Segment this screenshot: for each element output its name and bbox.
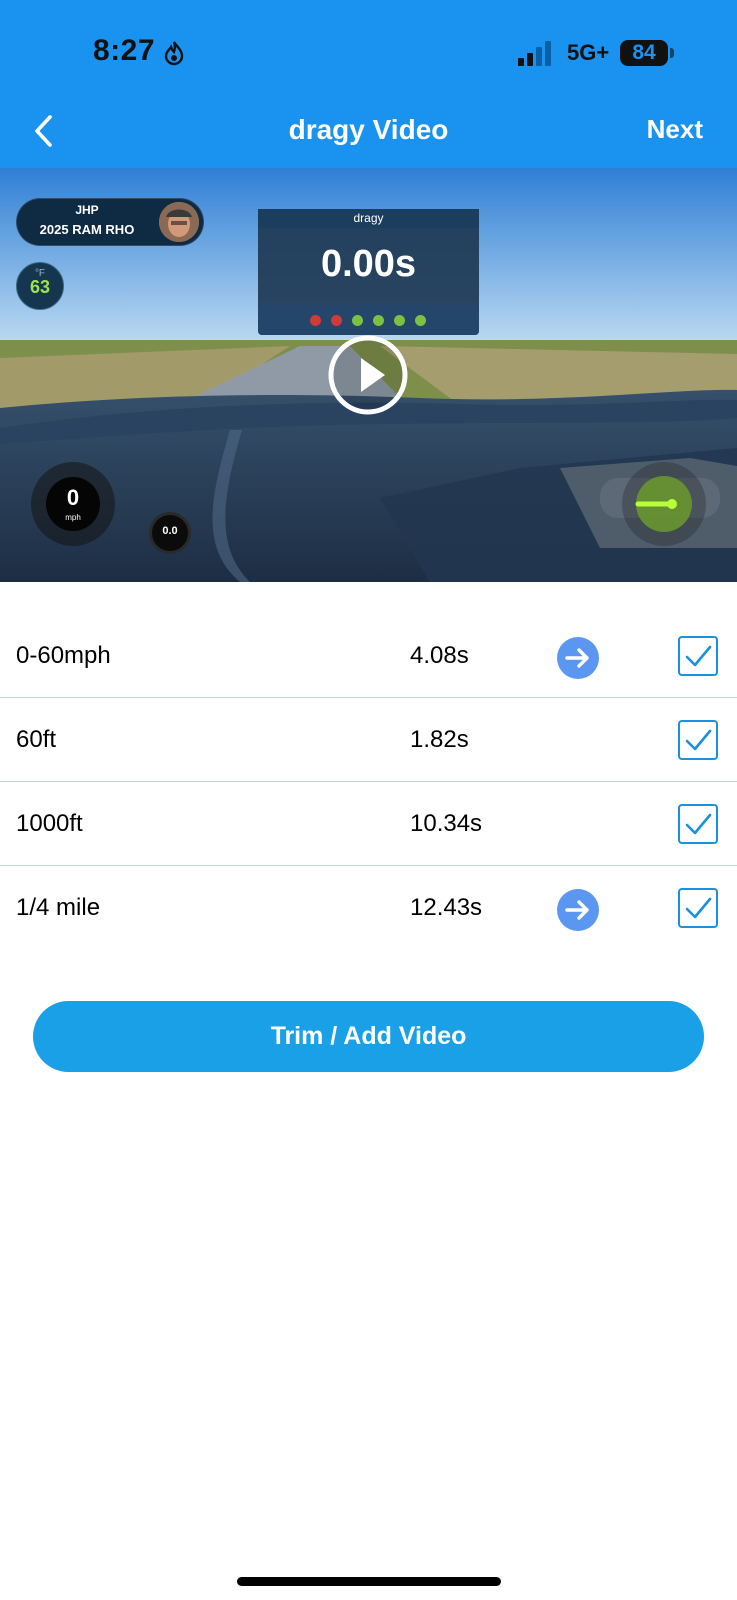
checkmark-icon <box>685 813 712 835</box>
speed-unit: mph <box>65 513 81 522</box>
next-button[interactable]: Next <box>647 114 703 145</box>
start-light <box>331 315 342 326</box>
start-light <box>352 315 363 326</box>
speed-gauge: 0 mph <box>31 462 115 546</box>
status-time: 8:27 <box>93 34 156 67</box>
checkmark-icon <box>685 897 712 919</box>
start-light <box>394 315 405 326</box>
driver-name: JHP <box>75 203 99 217</box>
timer-brand: dragy <box>258 209 479 228</box>
dial-needle-icon <box>635 476 692 532</box>
result-label: 1000ft <box>16 810 83 837</box>
gforce-gauge: 0.0 <box>149 512 191 554</box>
flame-icon <box>164 41 184 66</box>
battery-icon: 84 <box>620 40 668 66</box>
result-time: 4.08s <box>410 642 469 669</box>
driver-profile-badge: JHP 2025 RAM RHO <box>16 198 204 246</box>
result-row: 60ft 1.82s <box>0 698 737 782</box>
page-title: dragy Video <box>288 114 449 145</box>
gforce-dial <box>622 462 706 546</box>
speed-value: 0 <box>66 485 80 510</box>
arrow-right-icon[interactable] <box>557 637 599 679</box>
start-lights <box>258 305 479 335</box>
result-row: 0-60mph 4.08s <box>0 614 737 698</box>
battery-tip <box>670 48 674 58</box>
start-light <box>415 315 426 326</box>
temperature-value: 63 <box>29 277 51 297</box>
result-label: 60ft <box>16 726 57 753</box>
avatar <box>159 202 199 242</box>
result-label: 1/4 mile <box>16 894 101 921</box>
timer-overlay: dragy 0.00s <box>258 209 479 335</box>
checkmark-icon <box>685 729 712 751</box>
result-time: 10.34s <box>410 810 483 837</box>
network-label: 5G+ <box>567 40 610 65</box>
trim-add-video-button[interactable]: Trim / Add Video <box>33 1001 704 1072</box>
home-indicator <box>237 1577 501 1586</box>
include-checkbox[interactable] <box>678 804 718 844</box>
result-row: 1000ft 10.34s <box>0 782 737 866</box>
result-time: 1.82s <box>410 726 469 753</box>
start-light <box>373 315 384 326</box>
include-checkbox[interactable] <box>678 636 718 676</box>
arrow-right-icon[interactable] <box>557 889 599 931</box>
checkmark-icon <box>685 645 712 667</box>
result-row: 1/4 mile 12.43s <box>0 866 737 950</box>
result-time: 12.43s <box>410 894 483 921</box>
temperature-badge: °F 63 <box>16 262 64 310</box>
result-label: 0-60mph <box>16 642 111 669</box>
start-light <box>310 315 321 326</box>
avatar-face <box>159 202 199 242</box>
gforce-value: 0.0 <box>162 525 178 537</box>
timer-value: 0.00s <box>320 243 417 285</box>
signal-icon <box>518 41 551 66</box>
include-checkbox[interactable] <box>678 720 718 760</box>
include-checkbox[interactable] <box>678 888 718 928</box>
play-button[interactable] <box>327 334 409 416</box>
vehicle-name: 2025 RAM RHO <box>39 222 135 237</box>
